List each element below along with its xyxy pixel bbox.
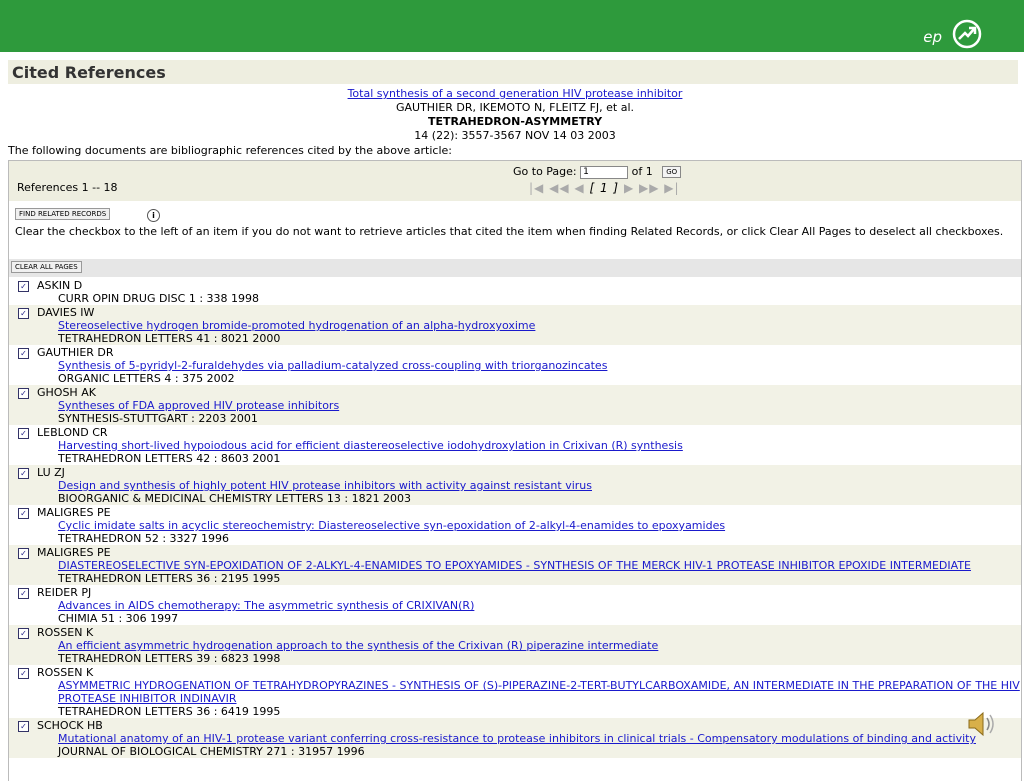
info-icon[interactable]: i (147, 209, 160, 222)
first-page-icon[interactable]: |◀ (529, 181, 544, 195)
reference-author: MALIGRES PE (37, 546, 111, 559)
article-citation: 14 (22): 3557-3567 NOV 14 03 2003 (414, 129, 616, 142)
reference-source: TETRAHEDRON LETTERS 36 : 2195 1995 (58, 572, 281, 585)
references-panel: References 1 -- 18 Go to Page: of 1 GO |… (8, 160, 1022, 781)
reference-source: BIOORGANIC & MEDICINAL CHEMISTRY LETTERS… (58, 492, 412, 505)
reference-source: TETRAHEDRON LETTERS 39 : 6823 1998 (58, 652, 281, 665)
reference-item: ✓ LEBLOND CR Harvesting short-lived hypoio… (9, 425, 1021, 465)
reference-item: ✓ REIDER PJ Advances in AIDS chemotherapy:… (9, 585, 1021, 625)
reference-title-link[interactable]: Harvesting short-lived hypoiodous acid f… (58, 439, 1021, 452)
reference-author: GHOSH AK (37, 386, 96, 399)
reference-title-link[interactable]: An efficient asymmetric hydrogenation ap… (58, 639, 1021, 652)
reference-checkbox[interactable]: ✓ (18, 508, 29, 519)
article-title-link[interactable]: Total synthesis of a second generation H… (348, 87, 683, 100)
reference-source: SYNTHESIS-STUTTGART : 2203 2001 (58, 412, 258, 425)
reference-author: REIDER PJ (37, 586, 92, 599)
reference-title-link[interactable]: Design and synthesis of highly potent HI… (58, 479, 1021, 492)
prev-page-icon[interactable]: ◀ (574, 181, 584, 195)
reference-checkbox[interactable]: ✓ (18, 428, 29, 439)
reference-checkbox[interactable]: ✓ (18, 668, 29, 679)
reference-item: ✓ SCHOCK HB Mutational anatomy of an HIV-1… (9, 718, 1021, 758)
reference-source: ORGANIC LETTERS 4 : 375 2002 (58, 372, 235, 385)
article-journal: TETRAHEDRON-ASYMMETRY (427, 115, 603, 128)
reference-item: ✓ ROSSEN K ASYMMETRIC HYDROGENATION OF TET… (9, 665, 1021, 718)
reference-author: ROSSEN K (37, 666, 94, 679)
pager-bar: References 1 -- 18 Go to Page: of 1 GO |… (9, 161, 1021, 201)
speaker-icon[interactable] (965, 708, 999, 740)
reference-author: GAUTHIER DR (37, 346, 114, 359)
reference-source: TETRAHEDRON LETTERS 41 : 8021 2000 (58, 332, 281, 345)
reference-checkbox[interactable]: ✓ (18, 308, 29, 319)
reference-checkbox[interactable]: ✓ (18, 628, 29, 639)
intro-text: The following documents are bibliographi… (8, 144, 452, 157)
reference-author: LEBLOND CR (37, 426, 108, 439)
goto-page: Go to Page: of 1 GO (513, 165, 682, 179)
current-page-indicator: [ 1 ] (589, 181, 620, 195)
reference-source: JOURNAL OF BIOLOGICAL CHEMISTRY 271 : 31… (58, 745, 365, 758)
cited-article: Total synthesis of a second generation H… (0, 87, 1024, 143)
reference-item: ✓ MALIGRES PE Cyclic imidate salts in acyc… (9, 505, 1021, 545)
reference-title-link[interactable]: ASYMMETRIC HYDROGENATION OF TETRAHYDROPY… (58, 679, 1021, 705)
next-page-icon[interactable]: ▶ (624, 181, 634, 195)
find-related-records-button[interactable]: FIND RELATED RECORDS (15, 208, 111, 220)
clear-bar: CLEAR ALL PAGES (9, 259, 1021, 277)
top-bar: ep (0, 0, 1024, 52)
reference-checkbox[interactable]: ✓ (18, 281, 29, 292)
reference-item: ✓ MALIGRES PE DIASTEREOSELECTIVE SYN-EPOXI… (9, 545, 1021, 585)
reference-author: DAVIES IW (37, 306, 95, 319)
reference-source: TETRAHEDRON LETTERS 36 : 6419 1995 (58, 705, 281, 718)
reference-title-link[interactable]: Mutational anatomy of an HIV-1 protease … (58, 732, 1021, 745)
reference-source: TETRAHEDRON 52 : 3327 1996 (58, 532, 230, 545)
reference-author: MALIGRES PE (37, 506, 111, 519)
instructions-text: Clear the checkbox to the left of an ite… (15, 225, 1004, 238)
article-authors: GAUTHIER DR, IKEMOTO N, FLEITZ FJ, et al… (395, 101, 635, 114)
reference-checkbox[interactable]: ✓ (18, 348, 29, 359)
section-title: Cited References (12, 63, 166, 82)
reference-checkbox[interactable]: ✓ (18, 388, 29, 399)
reference-checkbox[interactable]: ✓ (18, 548, 29, 559)
reference-item: ✓ ASKIN D CURR OPIN DRUG DISC 1 : 338 1998 (9, 278, 1021, 305)
goto-label: Go to Page: (513, 165, 577, 178)
reference-title-link[interactable]: Advances in AIDS chemotherapy: The asymm… (58, 599, 1021, 612)
references-count: References 1 -- 18 (17, 181, 118, 194)
prev-ten-icon[interactable]: ◀◀ (549, 181, 569, 195)
reference-title-link[interactable]: Stereoselective hydrogen bromide-promote… (58, 319, 1021, 332)
reference-item: ✓ GAUTHIER DR Synthesis of 5-pyridyl-2-fur… (9, 345, 1021, 385)
references-list: ✓ ASKIN D CURR OPIN DRUG DISC 1 : 338 1998… (9, 278, 1021, 758)
next-ten-icon[interactable]: ▶▶ (639, 181, 659, 195)
reference-checkbox[interactable]: ✓ (18, 721, 29, 732)
arrow-circle-icon (952, 19, 982, 49)
reference-item: ✓ GHOSH AK Syntheses of FDA approved HIV p… (9, 385, 1021, 425)
reference-checkbox[interactable]: ✓ (18, 588, 29, 599)
page-number-input[interactable] (580, 165, 629, 179)
reference-author: ASKIN D (37, 279, 83, 292)
reference-title-link[interactable]: Syntheses of FDA approved HIV protease i… (58, 399, 1021, 412)
reference-item: ✓ LU ZJ Design and synthesis of highly pot… (9, 465, 1021, 505)
logo-text: ep (923, 28, 942, 46)
reference-author: SCHOCK HB (37, 719, 103, 732)
reference-source: CHIMIA 51 : 306 1997 (58, 612, 179, 625)
reference-author: LU ZJ (37, 466, 65, 479)
reference-item: ✓ DAVIES IW Stereoselective hydrogen bromi… (9, 305, 1021, 345)
page-total: of 1 (631, 165, 653, 178)
clear-all-pages-button[interactable]: CLEAR ALL PAGES (11, 261, 82, 273)
reference-source: TETRAHEDRON LETTERS 42 : 8603 2001 (58, 452, 281, 465)
section-header: Cited References (8, 60, 1018, 84)
reference-checkbox[interactable]: ✓ (18, 468, 29, 479)
reference-title-link[interactable]: Synthesis of 5-pyridyl-2-furaldehydes vi… (58, 359, 1021, 372)
last-page-icon[interactable]: ▶| (664, 181, 679, 195)
reference-author: ROSSEN K (37, 626, 94, 639)
page-navigation: |◀ ◀◀ ◀ [ 1 ] ▶ ▶▶ ▶| (529, 181, 680, 195)
reference-title-link[interactable]: Cyclic imidate salts in acyclic stereoch… (58, 519, 1021, 532)
go-button[interactable]: GO (662, 166, 682, 178)
reference-title-link[interactable]: DIASTEREOSELECTIVE SYN-EPOXIDATION OF 2-… (58, 559, 1021, 572)
reference-source: CURR OPIN DRUG DISC 1 : 338 1998 (58, 292, 260, 305)
reference-item: ✓ ROSSEN K An efficient asymmetric hydroge… (9, 625, 1021, 665)
